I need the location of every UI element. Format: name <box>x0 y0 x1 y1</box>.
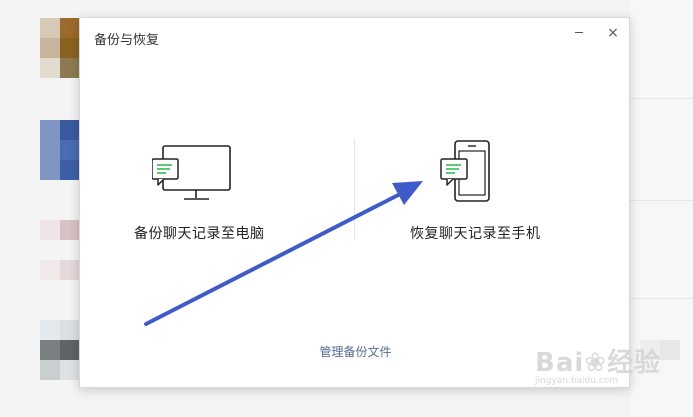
baidu-jingyan-watermark: Bai❀经验 jingyan.baidu.com <box>535 342 661 386</box>
paw-icon: ❀ <box>584 348 608 378</box>
watermark-text-end: 经验 <box>607 348 662 378</box>
watermark-text: Bai <box>535 348 585 378</box>
